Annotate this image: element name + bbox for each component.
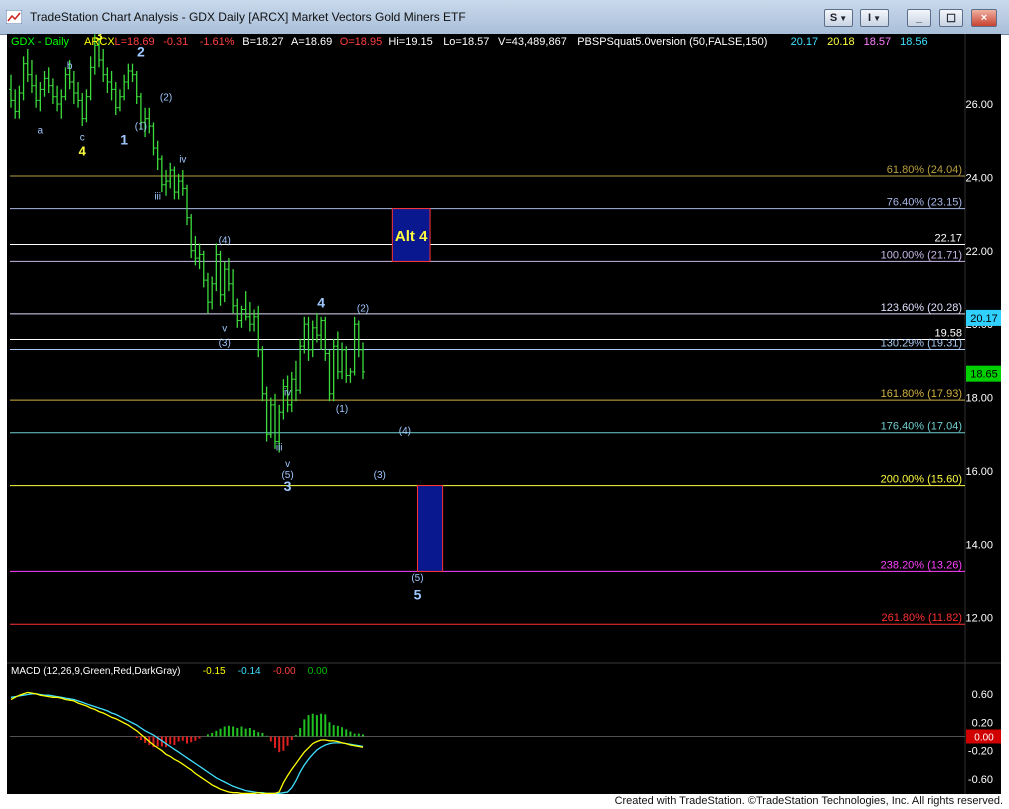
macd-header-field: -0.15 [203, 666, 226, 677]
wave-label: (4) [399, 426, 411, 437]
target-box [416, 485, 444, 572]
fib-level-label: 161.80% (17.93) [881, 388, 962, 400]
price-tick-label: 16.00 [965, 466, 993, 478]
price-tick-label: 18.00 [965, 393, 993, 405]
last-price-tag-label: 20.17 [970, 313, 998, 325]
wave-label: (4) [219, 235, 231, 246]
fib-level-label: 100.00% (21.71) [881, 249, 962, 261]
price-tick-label: 22.00 [965, 246, 993, 258]
wave-label: (2) [160, 92, 172, 103]
chart-canvas[interactable]: 26.0024.0022.0020.0018.0016.0014.0012.00… [7, 34, 1001, 794]
fib-level-label: 61.80% (24.04) [887, 164, 962, 176]
macd-tick-label: -0.60 [968, 774, 993, 786]
close-button[interactable]: × [971, 9, 997, 27]
wave-label: 3 [284, 478, 292, 494]
wave-label: 4 [79, 143, 87, 158]
wave-label: v [222, 323, 227, 334]
wave-label: iv [284, 388, 291, 399]
chart-app-icon [6, 10, 22, 24]
macd-tick-label: 0.60 [972, 689, 993, 701]
fib-level-label: 238.20% (13.26) [881, 559, 962, 571]
title-bar: TradeStation Chart Analysis - GDX Daily … [0, 0, 1009, 35]
chart-header-field: Lo=18.57 [443, 36, 489, 48]
window-title: TradeStation Chart Analysis - GDX Daily … [30, 10, 466, 24]
wave-label: 1 [120, 131, 128, 147]
chart-header-field: 20.17 [791, 36, 819, 48]
chart-header-field: Hi=19.15 [388, 36, 432, 48]
wave-label: 4 [317, 295, 325, 311]
last-price-tag-label: 18.65 [970, 369, 998, 381]
fib-level-label: 22.17 [934, 233, 962, 245]
wave-label: (2) [357, 303, 369, 314]
wave-label: b [67, 61, 73, 72]
maximize-icon: ☐ [946, 12, 956, 25]
chart-header-field: L=18.69 [115, 36, 155, 48]
wave-label: iv [179, 155, 186, 166]
fib-level-label: 130.29% (19.31) [881, 337, 962, 349]
wave-label: a [38, 125, 44, 136]
macd-tick-label: 0.20 [972, 717, 993, 729]
fib-level-label: 176.40% (17.04) [881, 421, 962, 433]
macd-tick-label: -0.20 [968, 746, 993, 758]
price-tick-label: 14.00 [965, 539, 993, 551]
chart-header-field: B=18.27 [242, 36, 283, 48]
price-panel [7, 34, 1001, 663]
macd-header-field: MACD (12,26,9,Green,Red,DarkGray) [11, 666, 181, 677]
price-tick-label: 24.00 [965, 172, 993, 184]
macd-panel [7, 663, 1001, 794]
symbol-link-button[interactable]: S ▼ [824, 9, 853, 27]
chart-header-field: O=18.95 [340, 36, 383, 48]
chevron-down-icon: ▼ [873, 13, 881, 23]
wave-label: 5 [414, 586, 422, 602]
chart-header-field: ARCX [84, 36, 115, 48]
wave-label: iii [154, 191, 161, 202]
chart-header-field: A=18.69 [291, 36, 332, 48]
fib-level-label: 123.60% (20.28) [881, 302, 962, 314]
close-icon: × [980, 12, 988, 24]
maximize-button[interactable]: ☐ [939, 9, 963, 27]
wave-label: (3) [374, 470, 386, 481]
chart-header-field: 18.56 [900, 36, 928, 48]
copyright-footer: Created with TradeStation. ©TradeStation… [614, 795, 1003, 807]
chart-header-field: V=43,489,867 [498, 36, 567, 48]
wave-label: (3) [219, 338, 231, 349]
wave-label: iii [276, 443, 283, 454]
target-box-label: Alt 4 [395, 228, 428, 245]
price-tick-label: 12.00 [965, 613, 993, 625]
fib-level-label: 76.40% (23.15) [887, 197, 962, 209]
wave-label: (5) [411, 573, 423, 584]
macd-header-field: -0.00 [273, 666, 296, 677]
chart-header-field: 18.57 [864, 36, 892, 48]
macd-header-field: 0.00 [308, 666, 328, 677]
macd-zero-tag-label: 0.00 [974, 732, 994, 743]
minimize-button[interactable]: _ [907, 9, 931, 27]
wave-label: (1) [135, 122, 147, 133]
chart-header-field: GDX - Daily [11, 36, 70, 48]
fib-level-label: 261.80% (11.82) [881, 612, 962, 624]
macd-header-field: -0.14 [238, 666, 261, 677]
chart-header-field: -0.31 [163, 36, 188, 48]
chevron-down-icon: ▼ [839, 13, 848, 23]
wave-label: (1) [336, 404, 348, 415]
minimize-icon: _ [915, 12, 923, 24]
price-tick-label: 26.00 [965, 99, 993, 111]
chart-header-field: PBSPSquat5.0version (50,FALSE,150) [577, 36, 767, 48]
fib-level-label: 200.00% (15.60) [881, 474, 962, 486]
wave-label: c [80, 133, 85, 144]
wave-label: v [285, 459, 290, 470]
chart-header-field: -1.61% [200, 36, 235, 48]
chart-header-field: 20.18 [827, 36, 855, 48]
indicator-link-button[interactable]: I ▼ [860, 9, 889, 27]
